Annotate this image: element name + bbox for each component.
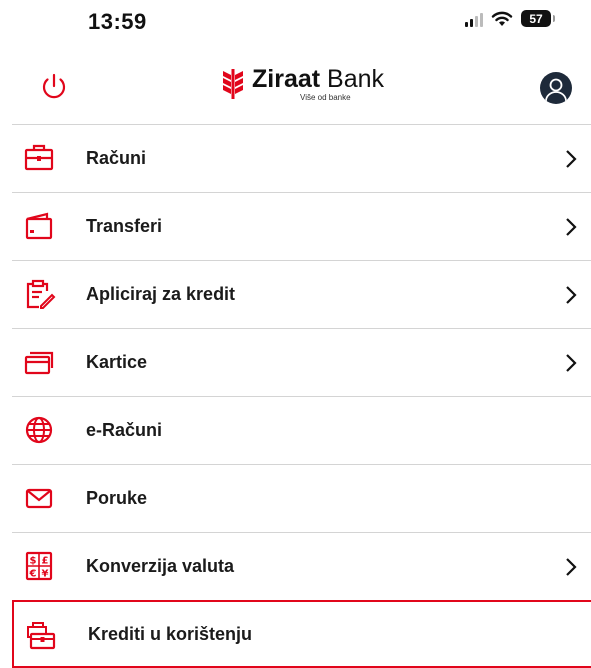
svg-text:£: £ [42,556,49,567]
svg-text:¥: ¥ [42,569,49,580]
loan-case-icon [27,622,56,650]
wallet-icon [25,212,53,240]
clipboard-edit-icon [26,279,56,309]
status-time: 13:59 [88,9,147,34]
battery-level: 57 [529,11,543,26]
brand-logo: Ziraat Bank Više od banke [220,67,384,102]
chevron-right-icon [566,558,577,576]
battery-icon: 57 [521,10,555,27]
wifi-icon [491,11,513,26]
svg-text:$: $ [30,556,37,567]
chevron-right-icon [566,150,577,168]
status-icons: 57 [465,10,555,27]
menu-item-label: Konverzija valuta [86,556,235,576]
menu-item-kartice[interactable]: Kartice [12,328,591,396]
signal-icon [465,11,483,27]
menu-item-transferi[interactable]: Transferi [12,192,591,260]
menu-item-label: Kartice [86,352,148,372]
chevron-right-icon [566,286,577,304]
chevron-right-icon [566,354,577,372]
status-bar: 13:59 57 [0,0,591,44]
menu-item-krediti-u-koristenju[interactable]: Krediti u korištenju [12,600,591,668]
main-menu: Računi Transferi Apliciraj za kredit Kar… [12,124,591,668]
menu-item-konverzija-valuta[interactable]: $ £ € ¥ Konverzija valuta [12,532,591,600]
chevron-right-icon [566,218,577,236]
menu-item-label: Krediti u korištenju [88,623,253,644]
svg-text:€: € [29,569,37,580]
power-icon [42,73,66,99]
menu-item-racuni[interactable]: Računi [12,124,591,192]
menu-item-label: Transferi [86,216,163,236]
profile-avatar-button[interactable] [540,72,572,104]
menu-item-e-racuni[interactable]: e-Računi [12,396,591,464]
globe-icon [25,416,53,444]
brand-name: Ziraat Bank [252,65,385,93]
menu-item-poruke[interactable]: Poruke [12,464,591,532]
menu-item-label: e-Računi [86,420,163,440]
envelope-icon [25,488,53,509]
currency-exchange-icon: $ £ € ¥ [25,551,53,581]
menu-item-label: Apliciraj za kredit [86,284,236,304]
logout-button[interactable] [36,68,72,104]
app-header: Ziraat Bank Više od banke [0,54,591,124]
briefcase-icon [24,144,54,171]
wheat-logo-icon [223,69,243,99]
card-icon [24,351,54,375]
menu-item-apliciraj-za-kredit[interactable]: Apliciraj za kredit [12,260,591,328]
user-icon [545,78,567,102]
menu-item-label: Računi [86,148,147,168]
menu-item-label: Poruke [86,488,148,508]
brand-tagline: Više od banke [300,93,351,102]
